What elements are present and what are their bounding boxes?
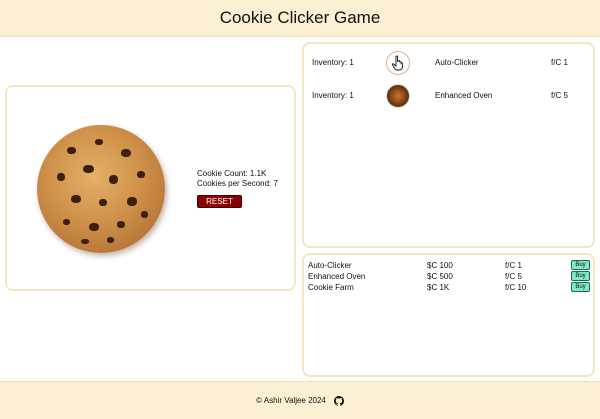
shop-item-rate: f/C 1 <box>505 261 522 270</box>
inventory-count: Inventory: 1 <box>312 58 354 67</box>
inventory-row: Inventory: 1 Enhanced Oven f/C 5 <box>304 83 593 109</box>
buy-cookie-farm-button[interactable]: Buy <box>571 282 590 292</box>
chocolate-chip <box>89 223 99 231</box>
chocolate-chip <box>95 139 103 145</box>
cookie-panel: Cookie Count: 1.1K Cookies per Second: 7… <box>5 85 296 291</box>
inventory-name: Auto-Clicker <box>435 58 479 67</box>
reset-button[interactable]: RESET <box>197 195 242 208</box>
inventory-panel: Inventory: 1 Auto-Clicker f/C 1 Inventor… <box>302 42 595 248</box>
buy-auto-clicker-button[interactable]: Buy <box>571 260 590 270</box>
shop-item-cost: $C 1K <box>427 283 450 292</box>
chocolate-chip <box>137 171 145 178</box>
shop-item-name: Cookie Farm <box>308 283 354 292</box>
chocolate-chip <box>57 173 65 181</box>
chocolate-chip <box>81 239 89 244</box>
cookie-count: Cookie Count: 1.1K <box>197 169 267 178</box>
cookies-per-second: Cookies per Second: 7 <box>197 179 278 188</box>
chocolate-chip <box>107 237 114 243</box>
chocolate-chip <box>83 165 94 173</box>
inventory-count: Inventory: 1 <box>312 91 354 100</box>
inventory-row: Inventory: 1 Auto-Clicker f/C 1 <box>304 50 593 76</box>
chocolate-chip <box>71 195 81 203</box>
app-header: Cookie Clicker Game <box>0 0 600 37</box>
shop-item-cost: $C 500 <box>427 272 453 281</box>
app-footer: © Ashir Valjee 2024 <box>0 381 600 419</box>
copyright-text: © Ashir Valjee 2024 <box>256 396 326 405</box>
shop-item-rate: f/C 5 <box>505 272 522 281</box>
shop-row: Cookie Farm $C 1K f/C 10 Buy <box>304 282 593 293</box>
shop-row: Auto-Clicker $C 100 f/C 1 Buy <box>304 260 593 271</box>
shop-item-cost: $C 100 <box>427 261 453 270</box>
chocolate-chip <box>109 175 118 184</box>
chocolate-chip <box>127 197 137 206</box>
oven-icon <box>386 84 410 108</box>
chocolate-chip <box>67 147 76 154</box>
chocolate-chip <box>121 149 131 157</box>
shop-item-name: Enhanced Oven <box>308 272 366 281</box>
shop-item-name: Auto-Clicker <box>308 261 352 270</box>
inventory-rate: f/C 1 <box>551 58 568 67</box>
cookie-button[interactable] <box>37 125 165 253</box>
page-title: Cookie Clicker Game <box>219 8 381 27</box>
github-icon[interactable] <box>333 395 344 406</box>
chocolate-chip <box>99 199 107 206</box>
shop-item-rate: f/C 10 <box>505 283 527 292</box>
chocolate-chip <box>117 221 125 228</box>
shop-row: Enhanced Oven $C 500 f/C 5 Buy <box>304 271 593 282</box>
inventory-name: Enhanced Oven <box>435 91 493 100</box>
shop-panel: Auto-Clicker $C 100 f/C 1 Buy Enhanced O… <box>302 253 595 377</box>
pointer-hand-icon <box>386 51 410 75</box>
chocolate-chip <box>63 219 70 225</box>
buy-enhanced-oven-button[interactable]: Buy <box>571 271 590 281</box>
inventory-rate: f/C 5 <box>551 91 568 100</box>
stats-block: Cookie Count: 1.1K Cookies per Second: 7 <box>197 169 278 189</box>
chocolate-chip <box>141 211 148 218</box>
